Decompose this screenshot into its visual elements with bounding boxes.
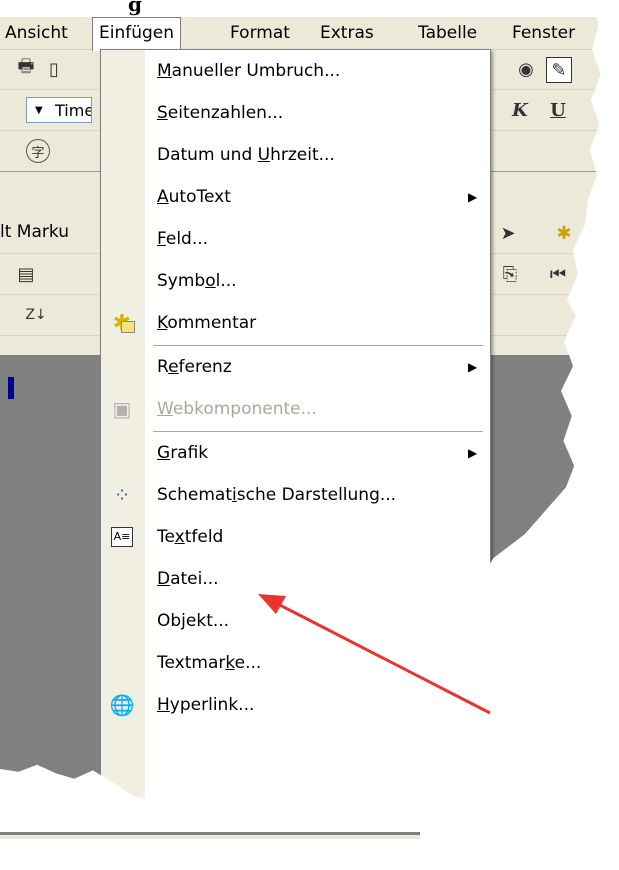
heading-fragment: g bbox=[128, 0, 142, 16]
font-name-box[interactable]: ▼ Time bbox=[26, 97, 92, 123]
menu-format[interactable]: Format bbox=[230, 17, 290, 49]
asian-layout-icon[interactable]: 字 bbox=[26, 139, 50, 163]
menu-item-datei[interactable]: Datei... bbox=[101, 558, 490, 600]
underline-icon[interactable]: U bbox=[546, 98, 570, 122]
menu-item-label: Symbol... bbox=[157, 271, 237, 291]
menu-item-label: Hyperlink... bbox=[157, 695, 255, 715]
menu-item-datum-und-uhrzeit[interactable]: Datum und Uhrzeit... bbox=[101, 134, 490, 176]
menu-item-feld[interactable]: Feld... bbox=[101, 218, 490, 260]
menu-item-label: Schematische Darstellung... bbox=[157, 485, 397, 505]
menu-item-label: Grafik bbox=[157, 443, 209, 463]
print-icon[interactable]: 🖶 bbox=[14, 56, 38, 81]
menu-ansicht[interactable]: Ansicht bbox=[5, 17, 68, 49]
web-component-icon: ▣ bbox=[112, 397, 132, 421]
print-preview-icon[interactable]: ▯ bbox=[42, 57, 66, 81]
menu-item-label: Textmarke... bbox=[157, 653, 262, 673]
italic-bold-icon[interactable]: K bbox=[508, 98, 532, 122]
diagram-icon: ⁘ bbox=[113, 483, 131, 507]
menu-item-label: Datei... bbox=[157, 569, 219, 589]
menu-item-label: Referenz bbox=[157, 357, 232, 377]
menu-item-textfeld[interactable]: A≡ Textfeld bbox=[101, 516, 490, 558]
dropdown-arrow-icon: ▼ bbox=[35, 105, 43, 116]
comment-icon: ✱ bbox=[109, 311, 135, 336]
menu-tabelle[interactable]: Tabelle bbox=[418, 17, 477, 49]
submenu-arrow-icon: ▶ bbox=[468, 190, 478, 204]
menu-item-kommentar[interactable]: ✱ Kommentar bbox=[101, 302, 490, 344]
menu-item-label: Objekt... bbox=[157, 611, 230, 631]
drawing-icon[interactable]: ✎ bbox=[546, 57, 572, 83]
menu-item-grafik[interactable]: Grafik ▶ bbox=[101, 432, 490, 474]
menu-fenster[interactable]: Fenster bbox=[512, 17, 575, 49]
menu-item-webkomponente: ▣ Webkomponente... bbox=[101, 388, 490, 430]
hyperlink-icon: 🌐 bbox=[109, 693, 135, 717]
menu-item-label: AutoText bbox=[157, 187, 231, 207]
insert-comment-icon[interactable]: ✱ bbox=[552, 221, 576, 245]
menu-item-textmarke[interactable]: Textmarke... bbox=[101, 642, 490, 684]
sort-icon[interactable]: Z↓ bbox=[24, 303, 48, 327]
accept-change-icon[interactable]: ➤ bbox=[496, 221, 520, 245]
menu-item-seitenzahlen[interactable]: Seitenzahlen... bbox=[101, 92, 490, 134]
menu-item-label: Seitenzahlen... bbox=[157, 103, 284, 123]
document-icon[interactable]: ▤ bbox=[14, 262, 38, 286]
menu-item-label: Feld... bbox=[157, 229, 209, 249]
submenu-arrow-icon: ▶ bbox=[468, 446, 478, 460]
menu-item-objekt[interactable]: Objekt... bbox=[101, 600, 490, 642]
cursor-marker bbox=[8, 377, 14, 399]
textbox-icon: A≡ bbox=[109, 525, 135, 549]
globe-icon[interactable]: ◉ bbox=[514, 57, 538, 81]
menu-item-manueller-umbruch[interactable]: Manueller Umbruch... bbox=[101, 50, 490, 92]
menu-extras[interactable]: Extras bbox=[320, 17, 374, 49]
first-page-icon[interactable]: ⏮ bbox=[546, 262, 570, 286]
menu-item-label: Webkomponente... bbox=[157, 399, 317, 419]
menu-item-symbol[interactable]: Symbol... bbox=[101, 260, 490, 302]
menu-item-label: Datum und Uhrzeit... bbox=[157, 145, 335, 165]
menu-item-label: Kommentar bbox=[157, 313, 257, 333]
menu-einfuegen[interactable]: Einfügen bbox=[92, 17, 182, 51]
font-name-value: Time bbox=[55, 101, 92, 120]
copy-icon[interactable]: ⎘ bbox=[498, 262, 522, 286]
menu-separator bbox=[153, 431, 483, 432]
menu-item-label: Manueller Umbruch... bbox=[157, 61, 341, 81]
menu-bar: Ansicht Einfügen Format Extras Tabelle F… bbox=[0, 17, 619, 51]
menu-item-referenz[interactable]: Referenz ▶ bbox=[101, 346, 490, 388]
markup-display-label[interactable]: lt Marku bbox=[0, 222, 69, 242]
menu-separator bbox=[153, 345, 483, 346]
menu-item-schematische-darstellung[interactable]: ⁘ Schematische Darstellung... bbox=[101, 474, 490, 516]
menu-item-label: Textfeld bbox=[157, 527, 224, 547]
submenu-arrow-icon: ▶ bbox=[468, 360, 478, 374]
menu-item-autotext[interactable]: AutoText ▶ bbox=[101, 176, 490, 218]
